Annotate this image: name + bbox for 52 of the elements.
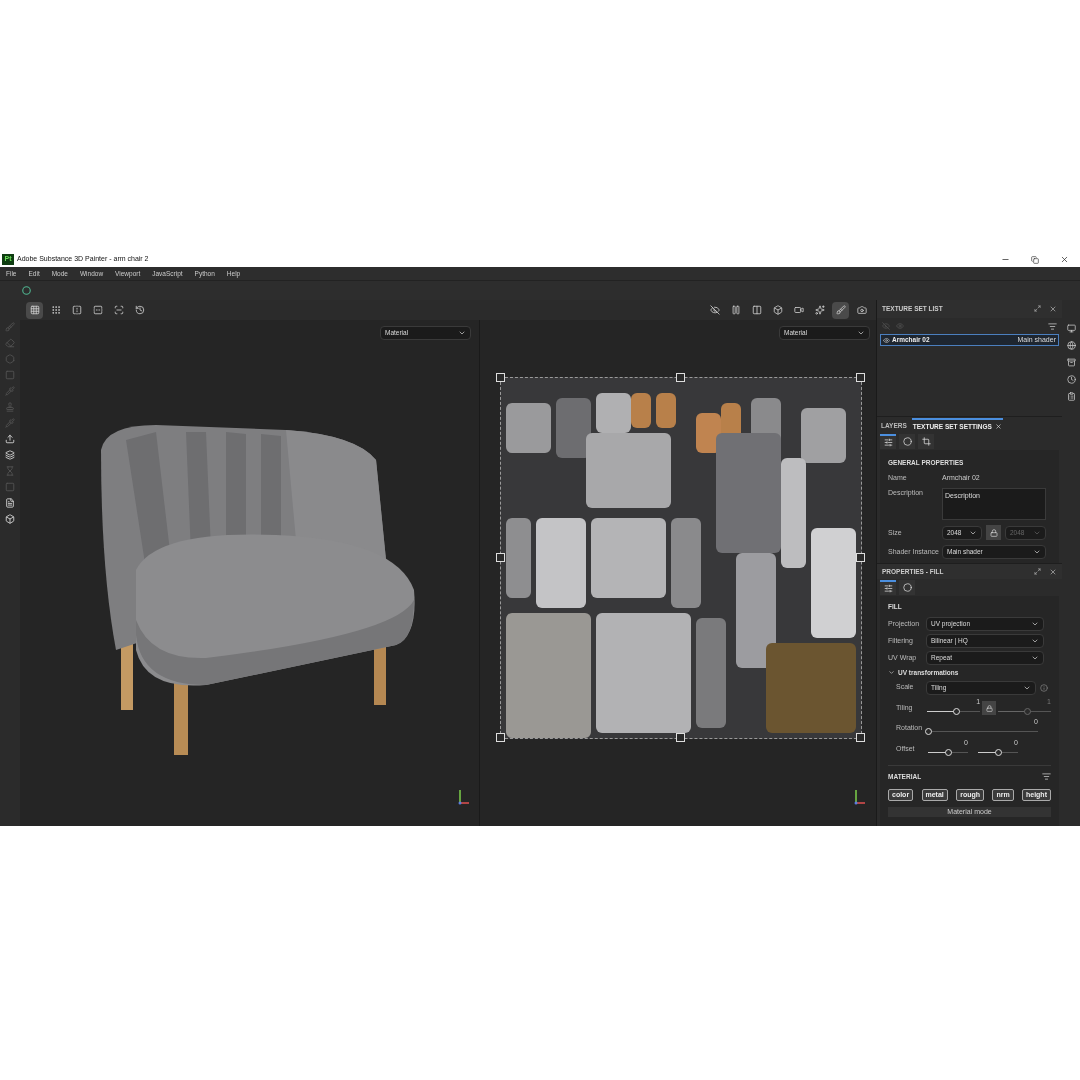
tool-icon (709, 305, 720, 315)
lock-button[interactable] (982, 701, 996, 715)
chevron-down-icon (857, 329, 865, 337)
tool-icon (113, 305, 124, 315)
viewport-tool-button[interactable] (832, 301, 849, 319)
lock-button[interactable] (986, 525, 1001, 541)
tool-icon (71, 305, 82, 315)
tool-icon[interactable] (5, 450, 15, 460)
settings-tab[interactable] (880, 434, 896, 449)
slider[interactable] (928, 727, 1038, 736)
tool-icon (793, 305, 804, 315)
chevron-down-icon (458, 329, 466, 337)
slider[interactable] (927, 707, 981, 715)
tool-icon (134, 305, 145, 315)
properties-tab[interactable] (899, 580, 915, 595)
float-icon[interactable] (1034, 567, 1041, 575)
tool-icon (730, 305, 741, 315)
slider[interactable] (928, 748, 968, 756)
clipboard-icon[interactable] (1066, 392, 1076, 401)
slider[interactable] (978, 748, 1018, 756)
tool-icon (772, 305, 783, 315)
tool-icon (92, 305, 103, 315)
tool-icon (856, 305, 867, 315)
settings-tab[interactable] (899, 434, 915, 449)
settings-tab[interactable] (918, 434, 934, 449)
filter-icon[interactable] (1048, 321, 1057, 331)
history-icon[interactable] (1066, 375, 1076, 384)
display-icon[interactable] (1066, 324, 1076, 333)
properties-tab[interactable] (880, 580, 896, 595)
tool-icon (29, 305, 40, 315)
sync-ring-icon[interactable] (22, 286, 31, 295)
tool-icon (835, 305, 846, 315)
tool-icon (50, 305, 61, 315)
chevron-down-icon (888, 669, 895, 677)
axis-gizmo-icon (456, 788, 472, 806)
filter-icon[interactable] (1042, 772, 1051, 782)
restore-icon[interactable] (1031, 255, 1039, 264)
viewport-tool-button[interactable] (26, 301, 43, 319)
tool-icon (814, 305, 825, 315)
info-icon[interactable] (1040, 683, 1048, 692)
close-icon[interactable] (1060, 255, 1069, 264)
lock-icon (985, 704, 993, 712)
close-icon[interactable] (1049, 305, 1057, 313)
tool-icon (751, 305, 762, 315)
axis-gizmo-icon (852, 788, 868, 806)
close-icon[interactable] (994, 423, 1002, 430)
float-icon[interactable] (1034, 305, 1041, 312)
lock-icon (989, 528, 998, 537)
tool-icon[interactable] (5, 434, 15, 444)
archive-icon[interactable] (1066, 358, 1076, 367)
close-icon[interactable] (1049, 567, 1057, 576)
globe-icon[interactable] (1066, 341, 1076, 350)
